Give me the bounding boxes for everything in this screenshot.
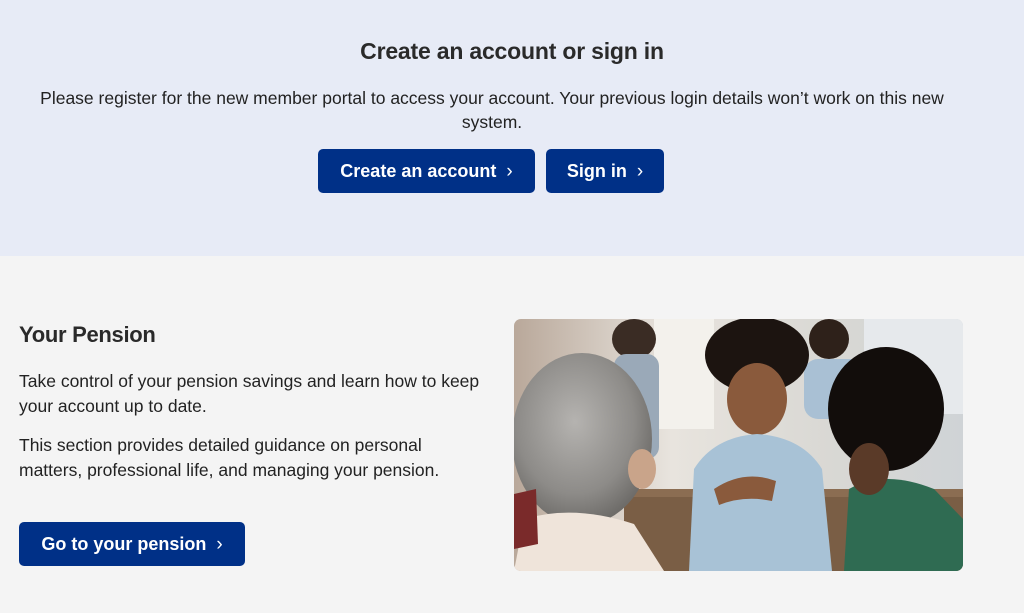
sign-in-button[interactable]: Sign in › — [546, 149, 664, 193]
pension-photo — [514, 319, 963, 571]
pension-section: Your Pension Take control of your pensio… — [0, 256, 1024, 613]
go-to-pension-label: Go to your pension — [41, 533, 207, 554]
create-account-label: Create an account — [340, 160, 497, 181]
sign-in-label: Sign in — [566, 160, 627, 181]
pension-guidance-text: This section provides detailed guidance … — [19, 435, 440, 480]
chevron-right-icon: › — [636, 160, 644, 182]
chevron-right-icon: › — [216, 533, 223, 555]
create-account-button[interactable]: Create an account › — [318, 149, 535, 193]
hero-description: Please register for the new member porta… — [40, 88, 944, 132]
pension-title: Your Pension — [19, 322, 156, 347]
pension-intro-text: Take control of your pension savings and… — [19, 371, 480, 416]
account-hero: Create an account or sign in Please regi… — [0, 0, 1024, 256]
people-meeting-image — [514, 319, 963, 571]
go-to-pension-button[interactable]: Go to your pension › — [19, 522, 245, 566]
chevron-right-icon: › — [506, 160, 513, 182]
hero-title: Create an account or sign in — [360, 38, 664, 64]
